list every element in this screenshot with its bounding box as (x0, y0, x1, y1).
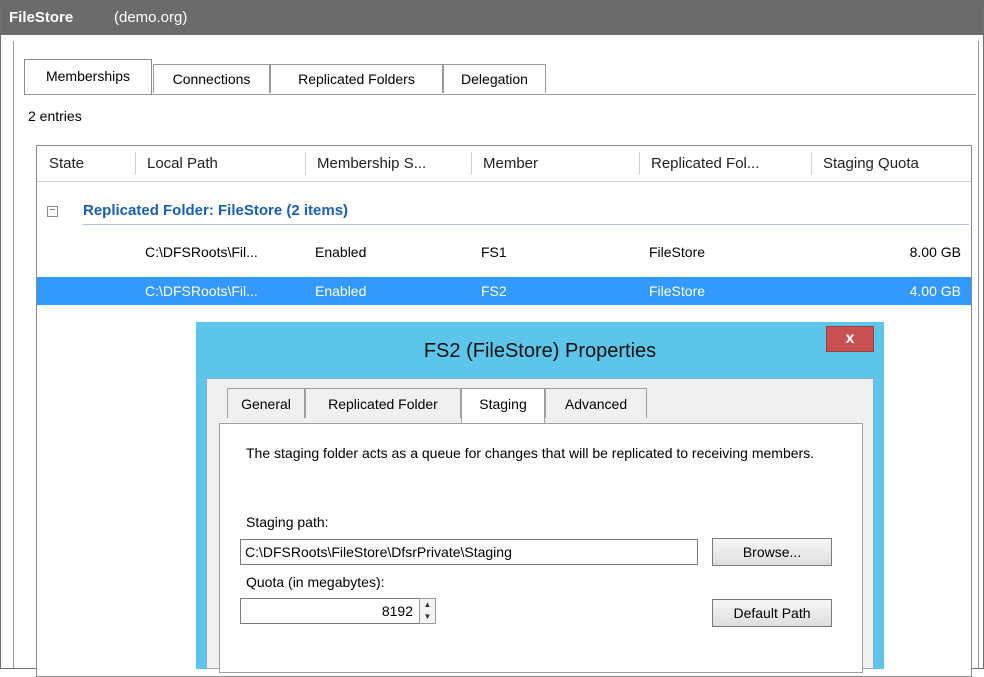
tab-replicated-folders[interactable]: Replicated Folders (270, 64, 443, 93)
column-header-replicated-folder[interactable]: Replicated Fol... (651, 146, 759, 181)
spin-down-icon[interactable]: ▼ (420, 611, 435, 623)
group-header[interactable]: − Replicated Folder: FileStore (2 items) (37, 198, 971, 228)
column-separator[interactable] (135, 152, 136, 175)
table-row[interactable]: C:\DFSRoots\Fil... Enabled FS2 FileStore… (37, 277, 971, 305)
column-separator[interactable] (639, 152, 640, 175)
cell-local-path: C:\DFSRoots\Fil... (145, 244, 258, 260)
namespace-label: (demo.org) (114, 9, 188, 26)
collapse-icon[interactable]: − (47, 206, 58, 217)
tab-connections[interactable]: Connections (153, 64, 270, 93)
staging-panel: The staging folder acts as a queue for c… (219, 423, 863, 673)
quota-label: Quota (in megabytes): (246, 574, 385, 590)
column-header-state[interactable]: State (49, 146, 84, 181)
column-separator[interactable] (305, 152, 306, 175)
tab-baseline (24, 94, 976, 95)
app-title: FileStore (9, 9, 74, 26)
staging-description: The staging folder acts as a queue for c… (246, 445, 815, 461)
cell-member: FS2 (481, 283, 507, 299)
cell-membership-status: Enabled (315, 244, 367, 260)
quota-input[interactable]: 8192 (240, 598, 420, 624)
browse-button[interactable]: Browse... (712, 538, 832, 566)
spin-up-icon[interactable]: ▲ (420, 599, 435, 611)
cell-replicated-folder: FileStore (649, 244, 706, 260)
cell-staging-quota: 8.00 GB (909, 244, 961, 260)
staging-path-input[interactable]: C:\DFSRoots\FileStore\DfsrPrivate\Stagin… (240, 539, 698, 565)
cell-staging-quota: 4.00 GB (909, 283, 961, 299)
dialog-body: General Replicated Folder Staging Advanc… (206, 378, 874, 673)
tab-general[interactable]: General (227, 388, 305, 418)
entries-count: 2 entries (28, 108, 82, 124)
staging-path-label: Staging path: (246, 514, 329, 530)
close-button[interactable]: x (826, 326, 874, 352)
quota-stepper[interactable]: ▲ ▼ (419, 598, 436, 624)
tab-delegation[interactable]: Delegation (443, 64, 546, 93)
cell-replicated-folder: FileStore (649, 283, 706, 299)
tab-staging[interactable]: Staging (461, 388, 545, 423)
default-path-button[interactable]: Default Path (712, 599, 832, 627)
column-header-staging-quota[interactable]: Staging Quota (823, 146, 919, 181)
column-header-membership-status[interactable]: Membership S... (317, 146, 426, 181)
group-title: Replicated Folder: FileStore (2 items) (83, 202, 349, 219)
cell-membership-status: Enabled (315, 283, 367, 299)
tab-replicated-folder[interactable]: Replicated Folder (305, 388, 461, 418)
title-bar: FileStore (demo.org) (1, 1, 983, 35)
column-separator[interactable] (471, 152, 472, 175)
group-divider (83, 224, 969, 225)
tab-advanced[interactable]: Advanced (545, 388, 647, 418)
properties-dialog: FS2 (FileStore) Properties x General Rep… (196, 322, 884, 673)
column-header-row: State Local Path Membership S... Member … (37, 146, 971, 182)
table-row[interactable]: C:\DFSRoots\Fil... Enabled FS1 FileStore… (37, 238, 971, 266)
column-separator[interactable] (811, 152, 812, 175)
cell-member: FS1 (481, 244, 507, 260)
column-header-local-path[interactable]: Local Path (147, 146, 218, 181)
column-header-member[interactable]: Member (483, 146, 538, 181)
cell-local-path: C:\DFSRoots\Fil... (145, 283, 258, 299)
dialog-title: FS2 (FileStore) Properties (423, 340, 657, 362)
tab-memberships[interactable]: Memberships (24, 59, 152, 94)
